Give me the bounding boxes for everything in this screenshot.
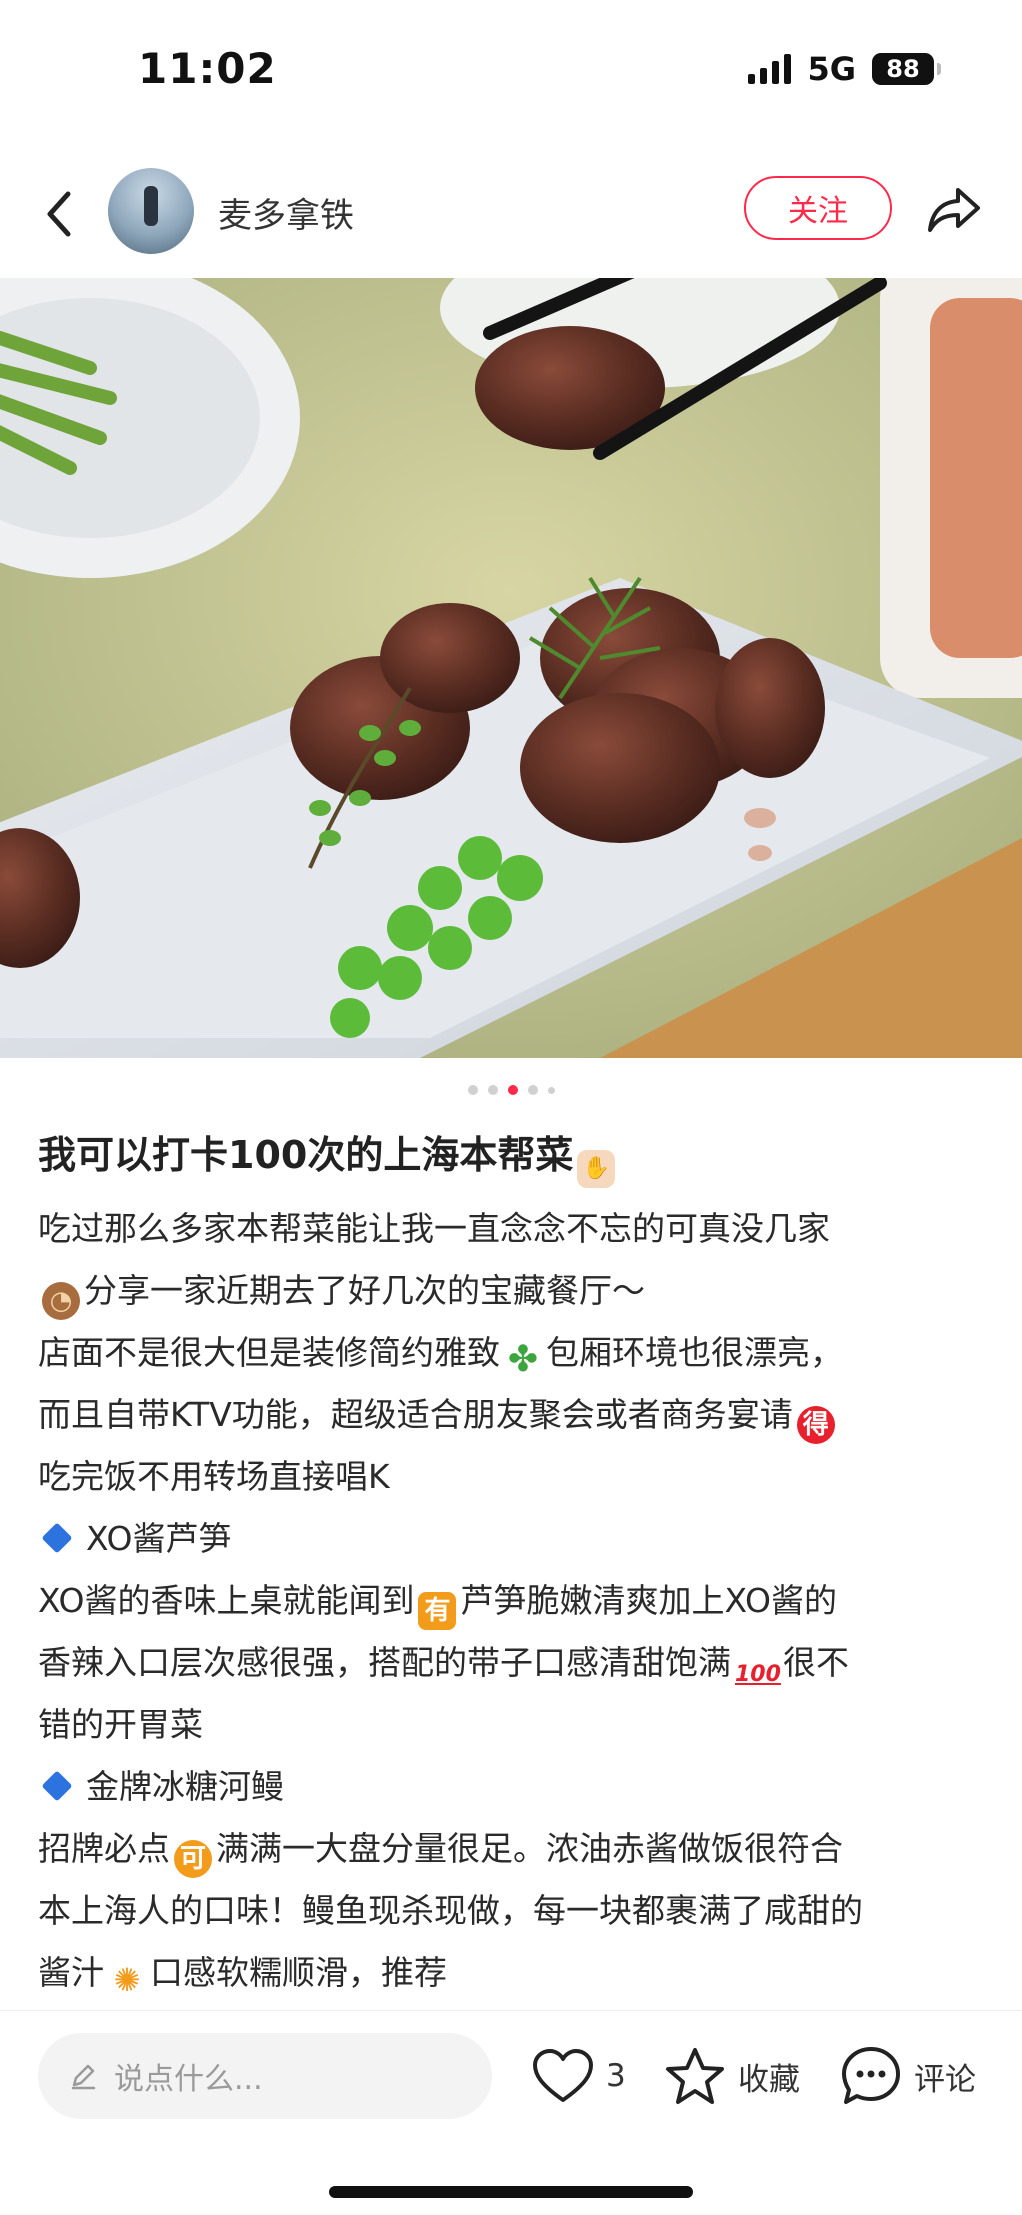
chat-bubble-icon: [842, 2047, 900, 2104]
chevron-left-icon: [47, 191, 71, 237]
share-arrow-icon: [928, 188, 980, 232]
collect-button[interactable]: 收藏: [664, 2043, 800, 2109]
follow-button[interactable]: 关注: [744, 176, 892, 240]
note-title-text: 我可以打卡100次的上海本帮菜: [38, 1133, 574, 1177]
note-photo[interactable]: [0, 278, 1022, 1058]
raised-hands-icon: ✋: [577, 1150, 616, 1188]
note-text: 而且自带KTV功能，超级适合朋友聚会或者商务宴请: [38, 1395, 793, 1434]
star-icon: [666, 2048, 724, 2104]
comment-button[interactable]: 评论: [840, 2043, 976, 2109]
pagination-dot: [487, 1085, 498, 1095]
note-text: 口感软糯顺滑，推荐: [150, 1953, 447, 1992]
battery-icon: 88: [872, 53, 941, 85]
comment-input[interactable]: 说点什么...: [38, 2033, 492, 2119]
like-count: 3: [606, 2058, 626, 2094]
bottom-action-bar: 说点什么... 3 收藏 评论: [0, 2010, 1022, 2141]
clover-icon: ✤: [507, 1339, 539, 1380]
back-button[interactable]: [38, 184, 82, 244]
dish-heading-text: 金牌冰糖河鳗: [86, 1767, 284, 1806]
note-text: 香辣入口层次感很强，搭配的带子口感清甜饱满: [38, 1643, 731, 1682]
note-text: 招牌必点: [38, 1829, 170, 1868]
dish-heading: XO酱芦笋: [38, 1508, 988, 1570]
avatar[interactable]: [108, 168, 194, 254]
avatar-figure: [144, 186, 158, 226]
status-indicators: 5G 88: [748, 50, 941, 88]
party-popper-icon: ✺: [113, 1961, 141, 1999]
home-indicator[interactable]: [329, 2186, 693, 2198]
network-type: 5G: [807, 50, 856, 88]
note-text: 很不: [783, 1643, 849, 1682]
note-text: 芦笋脆嫩清爽加上XO酱的: [460, 1581, 837, 1620]
share-button[interactable]: [924, 180, 984, 240]
note-content: 我可以打卡100次的上海本帮菜 ✋ 吃过那么多家本帮菜能让我一直念念不忘的可真没几…: [38, 1120, 988, 2004]
note-paragraph: 酱汁 ✺ 口感软糯顺滑，推荐: [38, 1942, 988, 2004]
note-header: 麦多拿铁 关注: [0, 150, 1022, 280]
note-paragraph: 吃过那么多家本帮菜能让我一直念念不忘的可真没几家: [38, 1209, 830, 1248]
you-badge-icon: 有: [418, 1592, 457, 1630]
note-paragraph: 吃完饭不用转场直接唱K: [38, 1457, 390, 1496]
see-no-evil-monkey-icon: ◔: [42, 1282, 80, 1320]
note-text: 店面不是很大但是装修简约雅致: [38, 1333, 500, 1372]
note-text: 满满一大盘分量很足。浓油赤酱做饭很符合: [216, 1829, 843, 1868]
collect-label: 收藏: [738, 2061, 800, 2098]
note-text: 分享一家近期去了好几次的宝藏餐厅～: [84, 1271, 645, 1310]
note-paragraph: 招牌必点可满满一大盘分量很足。浓油赤酱做饭很符合: [38, 1818, 988, 1880]
like-button[interactable]: 3: [532, 2043, 626, 2109]
dish-heading-text: XO酱芦笋: [86, 1519, 232, 1558]
pen-icon: [71, 2064, 96, 2090]
pagination-dot: [527, 1085, 538, 1095]
heart-icon: [533, 2049, 593, 2102]
de-badge-icon: 得: [796, 1406, 835, 1444]
note-paragraph: 香辣入口层次感很强，搭配的带子口感清甜饱满 100很不: [38, 1632, 988, 1694]
cellular-signal-icon: [748, 54, 792, 84]
note-text: XO酱的香味上桌就能闻到: [38, 1581, 415, 1620]
pagination-dot: [467, 1085, 478, 1095]
status-time: 11:02: [138, 44, 277, 93]
author-name[interactable]: 麦多拿铁: [218, 188, 354, 237]
status-bar: 11:02 5G 88: [0, 0, 1022, 140]
food-photo-illustration: [0, 278, 1022, 1058]
note-paragraph: XO酱的香味上桌就能闻到有芦笋脆嫩清爽加上XO酱的: [38, 1570, 988, 1632]
note-paragraph: 本上海人的口味！鳗鱼现杀现做，每一块都裹满了咸甜的: [38, 1891, 863, 1930]
note-title: 我可以打卡100次的上海本帮菜 ✋: [38, 1120, 988, 1190]
note-paragraph: 错的开胃菜: [38, 1705, 203, 1744]
pagination-dot: [547, 1086, 555, 1094]
note-paragraph: 店面不是很大但是装修简约雅致 ✤ 包厢环境也很漂亮，: [38, 1322, 988, 1384]
comment-placeholder: 说点什么...: [114, 2062, 263, 2097]
note-paragraph: ◔ 分享一家近期去了好几次的宝藏餐厅～: [38, 1260, 988, 1322]
ke-badge-icon: 可: [174, 1840, 212, 1878]
note-text: 酱汁: [38, 1953, 104, 1992]
blue-diamond-icon: [41, 1522, 73, 1554]
pagination-dot-active: [507, 1085, 518, 1095]
comment-label: 评论: [914, 2061, 976, 2098]
note-paragraph: 而且自带KTV功能，超级适合朋友聚会或者商务宴请得: [38, 1384, 988, 1446]
photo-pagination: [0, 1080, 1022, 1100]
dish-heading: 金牌冰糖河鳗: [38, 1756, 988, 1818]
note-text: 包厢环境也很漂亮，: [546, 1333, 843, 1372]
hundred-points-icon: 100: [735, 1662, 781, 1687]
blue-diamond-icon: [41, 1770, 73, 1802]
